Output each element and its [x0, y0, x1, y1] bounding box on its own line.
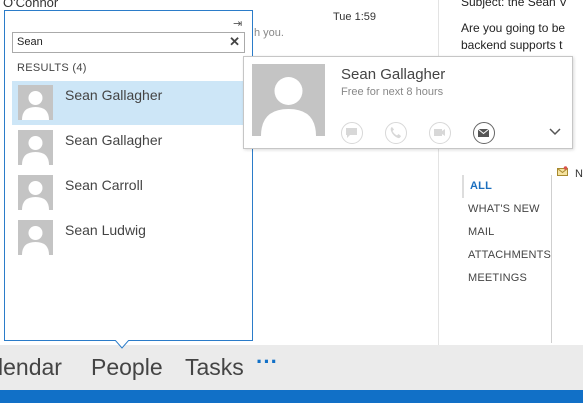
result-item[interactable]: Sean Gallagher	[12, 81, 246, 125]
nav-tasks[interactable]: Tasks	[185, 354, 244, 381]
reading-pane: Subject: the Sean V Are you going to be …	[461, 0, 583, 54]
avatar	[18, 175, 53, 210]
contact-name: Sean Gallagher	[341, 66, 446, 83]
filter-whats-new[interactable]: WHAT'S NEW	[462, 198, 551, 221]
video-button[interactable]	[429, 122, 451, 144]
sender-name: O'Connor	[3, 0, 59, 10]
chevron-down-icon[interactable]	[549, 128, 561, 136]
filter-attachments[interactable]: ATTACHMENTS	[462, 244, 551, 267]
presence-status: Free for next 8 hours	[341, 86, 444, 98]
flag-letter: N	[575, 168, 583, 180]
flyout-pointer	[115, 340, 129, 349]
search-input-value: Sean	[17, 36, 43, 48]
avatar	[18, 220, 53, 255]
filter-meetings[interactable]: MEETINGS	[462, 267, 551, 290]
close-icon[interactable]: ✕	[229, 34, 240, 50]
reading-line: Are you going to be	[461, 21, 566, 35]
avatar	[252, 64, 325, 136]
video-icon	[434, 129, 445, 136]
mail-icon	[477, 128, 490, 137]
message-snippet: h you.	[254, 27, 284, 39]
filter-all[interactable]: ALL	[462, 175, 551, 198]
result-name: Sean Ludwig	[65, 222, 146, 238]
chat-icon	[346, 128, 357, 138]
reading-line: Subject: the Sean V	[461, 0, 568, 9]
filter-mail[interactable]: MAIL	[462, 221, 551, 244]
search-input[interactable]: Sean ✕	[12, 32, 245, 53]
result-item[interactable]: Sean Ludwig	[12, 216, 246, 260]
result-name: Sean Carroll	[65, 177, 143, 193]
reading-line: backend supports t	[461, 38, 563, 52]
call-button[interactable]	[385, 122, 407, 144]
nav-calendar[interactable]: lendar	[0, 354, 62, 381]
result-item[interactable]: Sean Carroll	[12, 171, 246, 215]
envelope-icon	[557, 166, 568, 176]
result-item[interactable]: Sean Gallagher	[12, 126, 246, 170]
chat-button[interactable]	[341, 122, 363, 144]
phone-icon	[390, 127, 401, 139]
people-search-flyout: ⇥ Sean ✕ RESULTS (4) Sean Gallagher Sean…	[4, 10, 253, 341]
message-time: Tue 1:59	[333, 11, 377, 23]
avatar	[18, 130, 53, 165]
contact-card: Sean Gallagher Free for next 8 hours	[243, 56, 573, 149]
result-name: Sean Gallagher	[65, 132, 163, 148]
status-bar	[0, 390, 583, 403]
result-name: Sean Gallagher	[65, 87, 163, 103]
avatar	[18, 85, 53, 120]
filter-menu: ALL WHAT'S NEW MAIL ATTACHMENTS MEETINGS	[462, 175, 552, 343]
more-icon[interactable]: ···	[256, 349, 278, 375]
pin-icon[interactable]: ⇥	[233, 17, 242, 30]
nav-people[interactable]: People	[91, 354, 163, 381]
pane-divider	[438, 0, 439, 345]
email-button[interactable]	[473, 122, 495, 144]
bottom-nav: lendar People Tasks ···	[0, 345, 583, 390]
results-heading: RESULTS (4)	[17, 62, 87, 74]
